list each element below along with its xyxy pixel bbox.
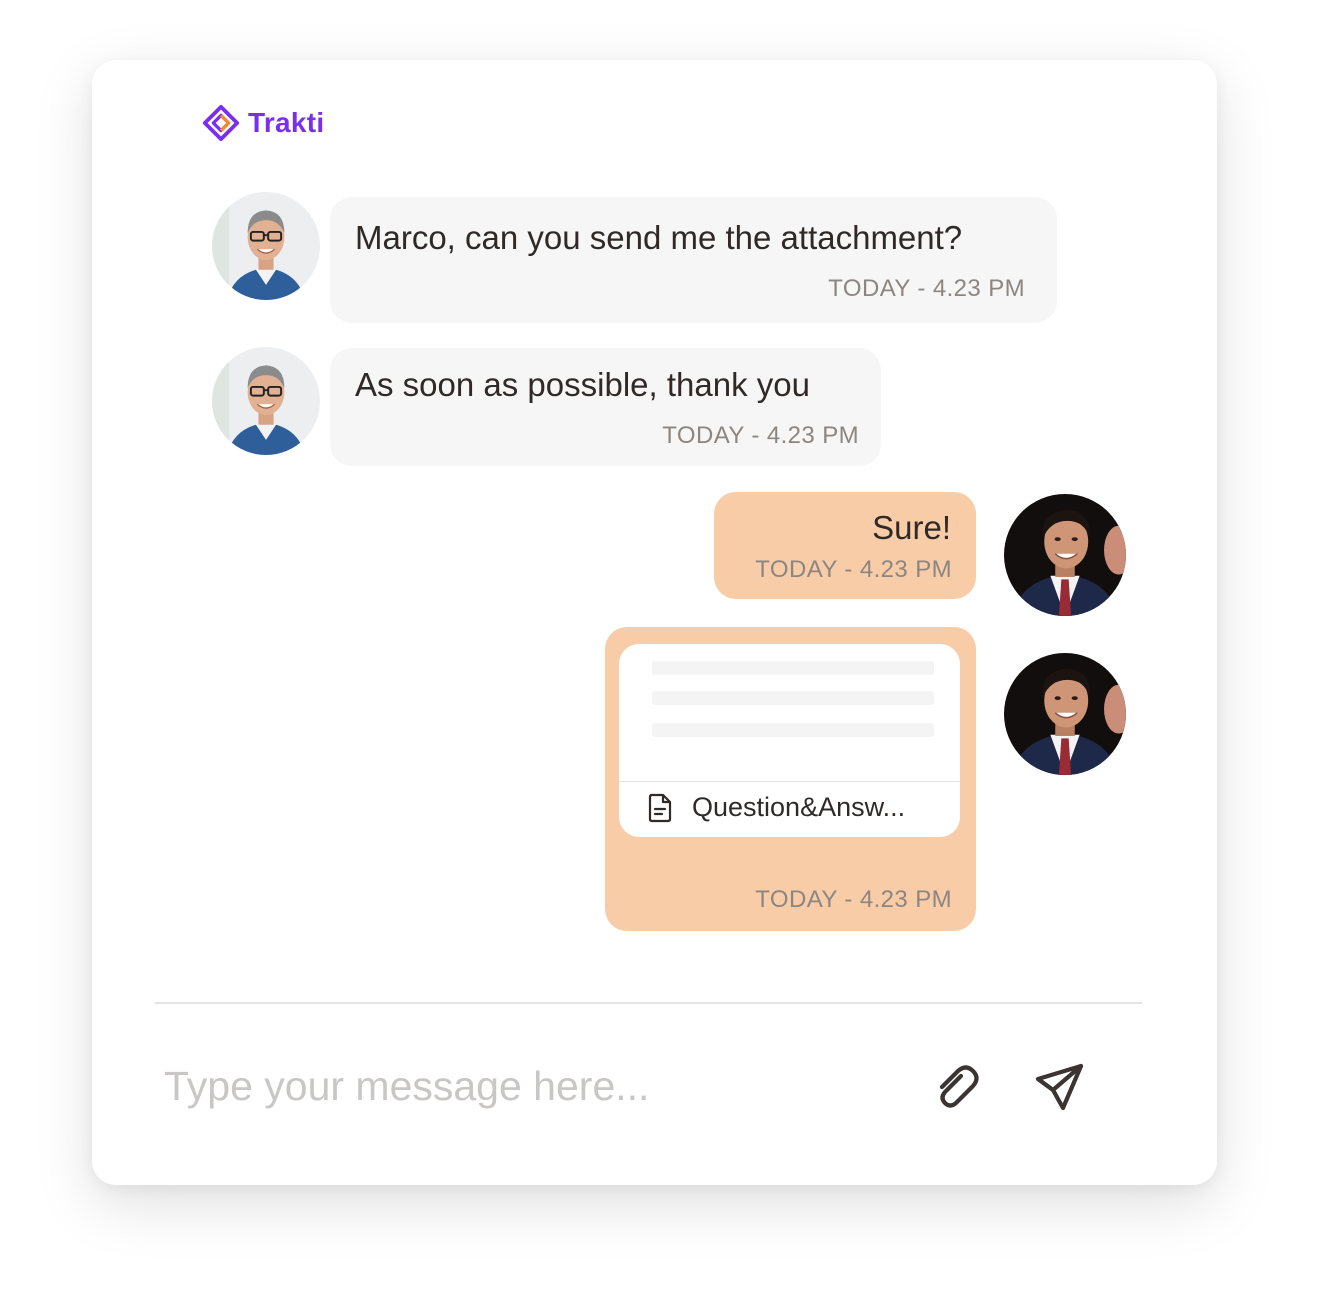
attachment-divider xyxy=(619,781,960,782)
attachment-file-name: Question&Answ... xyxy=(692,792,906,822)
message-text: Marco, can you send me the attachment? xyxy=(355,219,963,256)
gray-haired-man-avatar xyxy=(212,192,320,300)
message-text: As soon as possible, thank you xyxy=(355,366,810,403)
message-bubble: As soon as possible, thank you TODAY - 4… xyxy=(330,348,881,466)
preview-placeholder-line xyxy=(652,691,934,705)
brand-logo: Trakti xyxy=(202,104,325,142)
message-text: Sure! xyxy=(872,509,951,546)
attachment-card[interactable]: Question&Answ... xyxy=(619,644,960,837)
gray-haired-man-avatar xyxy=(212,347,320,455)
dark-haired-man-avatar xyxy=(1004,653,1126,775)
message-timestamp: TODAY - 4.23 PM xyxy=(755,886,952,913)
message-bubble: Sure! TODAY - 4.23 PM xyxy=(714,492,976,599)
attachment-message-bubble: Question&Answ... TODAY - 4.23 PM xyxy=(605,627,976,931)
attach-button[interactable] xyxy=(928,1059,984,1115)
trakti-logo-icon xyxy=(202,104,240,142)
message-timestamp: TODAY - 4.23 PM xyxy=(828,275,1025,302)
send-button[interactable] xyxy=(1032,1059,1088,1115)
document-icon xyxy=(648,793,672,823)
message-input[interactable] xyxy=(164,1058,924,1114)
preview-placeholder-line xyxy=(652,661,934,675)
chat-panel: Trakti Marco, can you send me the attach… xyxy=(92,60,1217,1185)
dark-haired-man-avatar xyxy=(1004,494,1126,616)
brand-name: Trakti xyxy=(248,107,325,138)
preview-placeholder-line xyxy=(652,723,934,737)
message-timestamp: TODAY - 4.23 PM xyxy=(662,422,859,449)
send-icon xyxy=(1035,1063,1084,1111)
paperclip-icon xyxy=(939,1065,979,1108)
composer-divider xyxy=(155,1002,1142,1004)
message-timestamp: TODAY - 4.23 PM xyxy=(755,556,952,583)
message-bubble: Marco, can you send me the attachment? T… xyxy=(330,197,1057,323)
